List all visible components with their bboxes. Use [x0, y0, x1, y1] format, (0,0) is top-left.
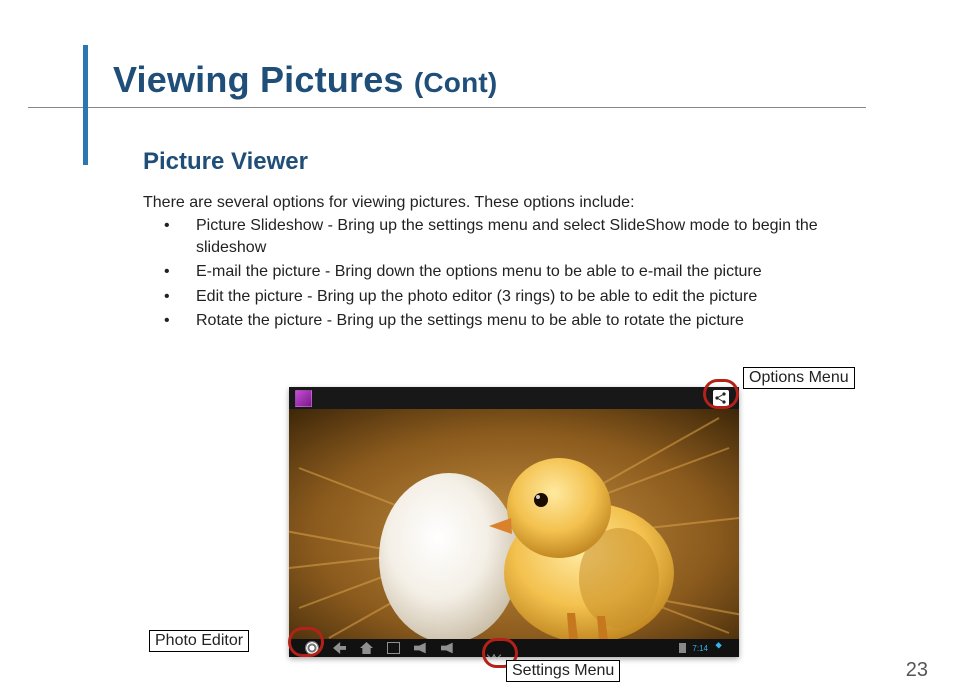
label-options-menu: Options Menu	[743, 367, 855, 389]
label-settings-menu: Settings Menu	[506, 660, 620, 682]
gallery-app-icon	[295, 390, 312, 407]
list-item: Picture Slideshow - Bring up the setting…	[148, 215, 863, 258]
list-item: E-mail the picture - Bring down the opti…	[148, 261, 863, 283]
callout-ring-editor	[288, 627, 324, 657]
device-screenshot: 7:14	[289, 387, 739, 657]
app-top-bar	[289, 387, 739, 409]
page-title-main: Viewing Pictures	[113, 59, 404, 100]
page-number: 23	[906, 659, 928, 682]
volume-up-icon	[441, 642, 454, 654]
home-icon	[360, 642, 373, 654]
recents-icon	[387, 642, 400, 654]
section-heading: Picture Viewer	[143, 148, 308, 176]
wifi-icon	[712, 642, 725, 655]
label-photo-editor: Photo Editor	[149, 630, 249, 652]
intro-text: There are several options for viewing pi…	[143, 194, 635, 212]
page-title-suffix: (Cont)	[414, 67, 498, 98]
list-item: Rotate the picture - Bring up the settin…	[148, 310, 863, 332]
manual-page: Viewing Pictures (Cont) Picture Viewer T…	[0, 0, 954, 694]
sample-photo-chick	[289, 409, 739, 639]
feature-list: Picture Slideshow - Bring up the setting…	[148, 212, 863, 335]
back-icon	[333, 642, 346, 654]
volume-down-icon	[414, 642, 427, 654]
list-item: Edit the picture - Bring up the photo ed…	[148, 286, 863, 308]
page-title: Viewing Pictures (Cont)	[113, 59, 497, 101]
system-tray: 7:14	[679, 643, 723, 653]
photo-viewport	[289, 409, 739, 639]
battery-icon	[679, 643, 686, 653]
divider-horizontal	[28, 107, 866, 108]
callout-ring-options	[703, 379, 739, 409]
divider-vertical	[83, 45, 88, 165]
status-clock: 7:14	[692, 644, 708, 653]
